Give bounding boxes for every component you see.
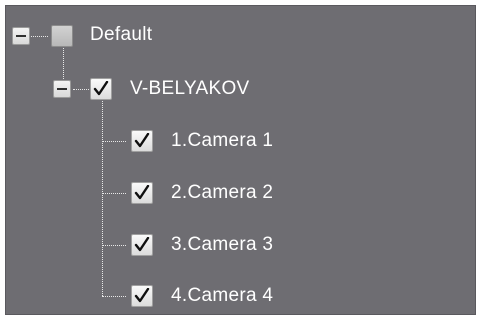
minus-icon — [16, 35, 26, 37]
tree-connector — [102, 141, 126, 142]
tree-node-label: 1.Camera 1 — [171, 130, 274, 151]
tree-connector — [63, 48, 64, 83]
tree-connector — [102, 193, 126, 194]
collapse-default-button[interactable] — [12, 27, 30, 45]
collapse-server-button[interactable] — [53, 80, 71, 98]
checkmark-icon — [134, 185, 150, 200]
tree-node-label: 4.Camera 4 — [171, 285, 274, 306]
tree-connector — [102, 99, 103, 296]
tree-connector — [102, 245, 126, 246]
checkmark-icon — [93, 81, 109, 96]
tree-node-label: V-BELYAKOV — [130, 78, 250, 99]
camera-checkbox[interactable] — [131, 182, 153, 204]
camera-checkbox[interactable] — [131, 130, 153, 152]
default-checkbox[interactable] — [51, 25, 73, 47]
minus-icon — [57, 88, 67, 90]
tree-node-label: 2.Camera 2 — [171, 182, 274, 203]
camera-checkbox[interactable] — [131, 285, 153, 307]
tree-connector — [102, 296, 126, 297]
window-frame: Default V-BELYAKOV 1.Camera 1 2.Camera 2… — [0, 0, 483, 320]
checkmark-icon — [134, 288, 150, 303]
tree-connector — [73, 89, 89, 90]
server-checkbox[interactable] — [90, 78, 112, 100]
camera-checkbox[interactable] — [131, 234, 153, 256]
checkmark-icon — [134, 237, 150, 252]
tree-node-label: 3.Camera 3 — [171, 234, 274, 255]
device-tree-panel: Default V-BELYAKOV 1.Camera 1 2.Camera 2… — [5, 5, 476, 315]
tree-node-label: Default — [90, 24, 153, 45]
checkmark-icon — [134, 133, 150, 148]
device-tree: Default V-BELYAKOV 1.Camera 1 2.Camera 2… — [6, 6, 475, 314]
tree-connector — [31, 36, 48, 37]
